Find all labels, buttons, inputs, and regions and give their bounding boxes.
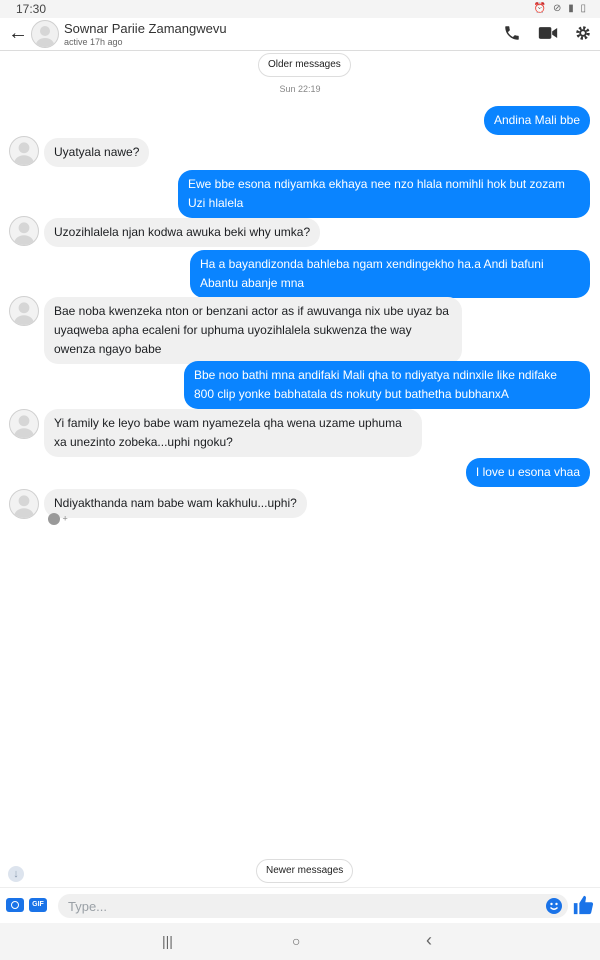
chat-header: ← Sownar Pariie Zamangwevu active 17h ag…: [0, 18, 600, 51]
thumbs-up-icon[interactable]: [572, 894, 594, 916]
gear-icon[interactable]: [574, 24, 592, 47]
message-composer: GIF: [0, 887, 600, 924]
message-bubble-outgoing[interactable]: Andina Mali bbe: [483, 106, 590, 135]
camera-icon[interactable]: [6, 898, 24, 912]
contact-avatar[interactable]: [31, 20, 59, 48]
contact-name[interactable]: Sownar Pariie Zamangwevu: [64, 21, 227, 36]
system-nav-bar: ||| ○ ‹: [0, 923, 600, 960]
message-bubble-outgoing[interactable]: Bbe noo bathi mna andifaki Mali qha to n…: [184, 361, 590, 409]
reaction-plus: +: [62, 513, 68, 524]
message-bubble-outgoing[interactable]: I love u esona vhaa: [465, 458, 590, 487]
phone-icon[interactable]: [503, 24, 521, 47]
recents-icon[interactable]: |||: [162, 933, 173, 949]
system-icons: ⏰ ⊘ ▮ ▯: [533, 3, 588, 14]
status-time: 17:30: [16, 2, 47, 16]
header-actions: [491, 24, 592, 47]
contact-status: active 17h ago: [64, 37, 123, 47]
message-bubble-incoming[interactable]: Yi family ke leyo babe wam nyamezela qha…: [44, 409, 422, 457]
older-messages-button[interactable]: Older messages: [258, 53, 351, 77]
back-arrow-icon[interactable]: ←: [8, 22, 28, 44]
message-bubble-incoming[interactable]: Uzozihlalela njan kodwa awuka beki why u…: [44, 218, 321, 247]
contact-avatar-small: [9, 489, 39, 519]
contact-avatar-small: [9, 296, 39, 326]
contact-avatar-small: [9, 409, 39, 439]
status-bar: 17:30 ⏰ ⊘ ▮ ▯: [0, 0, 600, 18]
back-nav-icon[interactable]: ‹: [426, 930, 432, 951]
emoji-icon[interactable]: [546, 898, 562, 914]
home-icon[interactable]: ○: [292, 933, 300, 949]
message-bubble-outgoing[interactable]: Ewe bbe esona ndiyamka ekhaya nee nzo hl…: [178, 170, 590, 218]
contact-avatar-small: [9, 216, 39, 246]
message-input[interactable]: [58, 894, 568, 918]
add-reaction-button[interactable]: +: [48, 513, 68, 525]
message-bubble-outgoing[interactable]: Ha a bayandizonda bahleba ngam xendingek…: [190, 250, 590, 298]
newer-messages-button[interactable]: Newer messages: [256, 859, 354, 883]
gif-button[interactable]: GIF: [29, 898, 47, 912]
message-bubble-incoming[interactable]: Uyatyala nawe?: [44, 138, 150, 167]
video-call-icon[interactable]: [538, 25, 558, 46]
date-separator: Sun 22:19: [279, 84, 321, 94]
message-bubble-incoming[interactable]: Ndiyakthanda nam babe wam kakhulu...uphi…: [44, 489, 307, 518]
scroll-down-icon[interactable]: ↓: [8, 866, 24, 882]
contact-avatar-small: [9, 136, 39, 166]
message-bubble-incoming[interactable]: Bae noba kwenzeka nton or benzani actor …: [44, 297, 462, 364]
reaction-emoji-icon: [48, 513, 60, 525]
